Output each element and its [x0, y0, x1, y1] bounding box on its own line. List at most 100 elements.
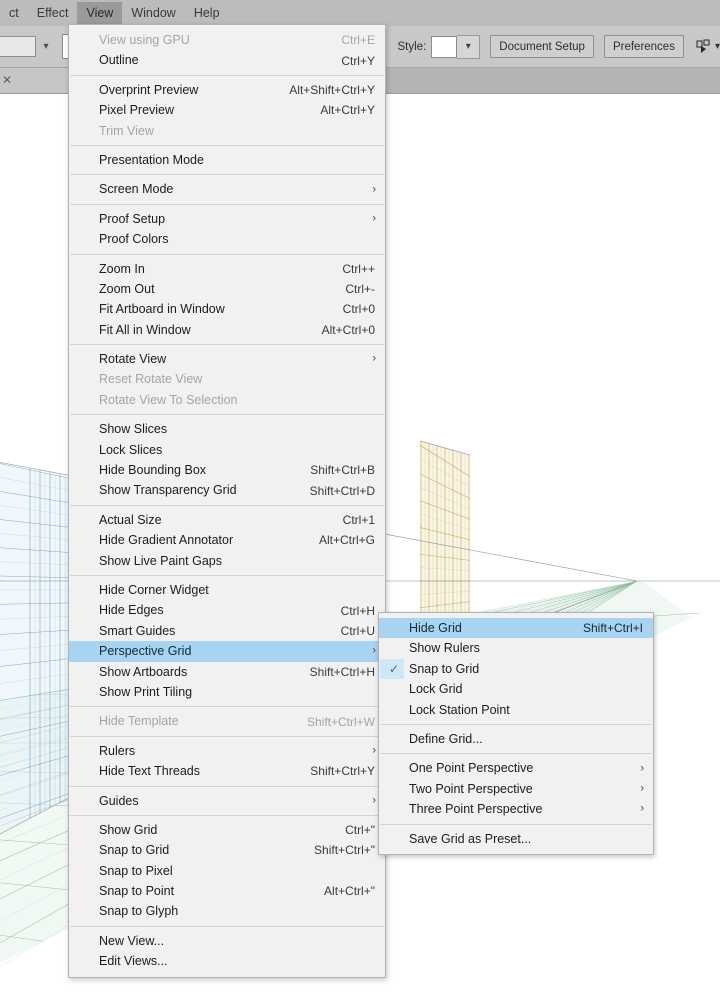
close-icon[interactable]: ✕: [2, 73, 12, 87]
menu-item-label: Trim View: [99, 123, 154, 138]
menu-item-label: Show Rulers: [409, 641, 480, 656]
menu-separator: [70, 174, 384, 176]
menubar-item-ct[interactable]: ct: [0, 2, 28, 25]
menu-separator: [70, 814, 384, 816]
menubar-item-window[interactable]: Window: [122, 2, 184, 25]
menu-separator: [380, 723, 652, 725]
preferences-button[interactable]: Preferences: [603, 35, 684, 58]
menu-item-hide-template: Hide Template Shift+Ctrl+W: [69, 711, 385, 731]
menu-item-new-view[interactable]: New View...: [69, 931, 385, 951]
menu-item-shortcut: Ctrl+-: [345, 282, 375, 297]
menu-item-trim-view: Trim View: [69, 121, 385, 141]
check-icon: ✓: [389, 661, 400, 676]
menu-item-hide-edges[interactable]: Hide Edges Ctrl+H: [69, 600, 385, 620]
menu-item-label: Guides: [99, 793, 139, 808]
perspective-grid-submenu[interactable]: Hide Grid Shift+Ctrl+I Show Rulers ✓ Snap to…: [378, 612, 654, 855]
menu-item-hide-grid[interactable]: Hide Grid Shift+Ctrl+I: [379, 618, 653, 639]
menu-separator: [70, 706, 384, 708]
menu-item-label: Reset Rotate View: [99, 372, 203, 387]
menu-item-label: Show Transparency Grid: [99, 483, 237, 498]
menu-item-hide-corner-widget[interactable]: Hide Corner Widget: [69, 580, 385, 600]
menu-item-label: Outline: [99, 53, 139, 68]
menu-item-zoom-out[interactable]: Zoom Out Ctrl+-: [69, 279, 385, 299]
menu-item-hide-text-threads[interactable]: Hide Text Threads Shift+Ctrl+Y: [69, 761, 385, 781]
menu-item-label: Snap to Glyph: [99, 904, 179, 919]
menu-item-shortcut: Ctrl+0: [342, 302, 375, 317]
menu-item-rulers[interactable]: Rulers ›: [69, 741, 385, 761]
chevron-down-icon[interactable]: ▾: [36, 36, 56, 57]
menu-item-overprint-preview[interactable]: Overprint Preview Alt+Shift+Ctrl+Y: [69, 80, 385, 100]
menubar-item-view[interactable]: View: [77, 1, 123, 25]
menu-item-proof-setup[interactable]: Proof Setup ›: [69, 209, 385, 229]
style-dropdown-caret-icon[interactable]: ▾: [457, 34, 481, 59]
menu-item-label: Zoom Out: [99, 281, 155, 296]
chevron-right-icon: ›: [640, 782, 644, 795]
menu-item-guides[interactable]: Guides ›: [69, 791, 385, 811]
stroke-preset-select[interactable]: [0, 36, 36, 57]
menu-item-snap-to-pixel[interactable]: Snap to Pixel: [69, 861, 385, 881]
menu-item-actual-size[interactable]: Actual Size Ctrl+1: [69, 510, 385, 530]
menu-item-proof-colors[interactable]: Proof Colors: [69, 229, 385, 249]
menu-item-label: Hide Text Threads: [99, 764, 200, 779]
menu-item-label: Proof Colors: [99, 232, 169, 247]
view-menu-dropdown[interactable]: View using GPU Ctrl+E Outline Ctrl+Y Overpri…: [68, 24, 386, 978]
menu-item-lock-station-point[interactable]: Lock Station Point: [379, 700, 653, 720]
menu-item-fit-artboard-in-window[interactable]: Fit Artboard in Window Ctrl+0: [69, 299, 385, 319]
menu-item-label: One Point Perspective: [409, 761, 534, 776]
menu-item-snap-to-grid[interactable]: Snap to Grid Shift+Ctrl+": [69, 840, 385, 860]
document-tab[interactable]: view) ✕: [0, 67, 75, 93]
menu-separator: [70, 504, 384, 506]
menu-item-outline[interactable]: Outline Ctrl+Y: [69, 50, 385, 70]
menu-item-show-rulers[interactable]: Show Rulers: [379, 638, 653, 658]
menu-item-edit-views[interactable]: Edit Views...: [69, 951, 385, 971]
menu-item-one-point-perspective[interactable]: One Point Perspective ›: [379, 758, 653, 778]
menu-item-three-point-perspective[interactable]: Three Point Perspective ›: [379, 799, 653, 819]
menu-item-screen-mode[interactable]: Screen Mode ›: [69, 179, 385, 199]
menu-item-show-artboards[interactable]: Show Artboards Shift+Ctrl+H: [69, 662, 385, 682]
menu-item-label: Overprint Preview: [99, 82, 199, 97]
menu-item-show-slices[interactable]: Show Slices: [69, 419, 385, 439]
menu-item-show-print-tiling[interactable]: Show Print Tiling: [69, 682, 385, 702]
menu-item-label: Rotate View: [99, 352, 167, 367]
menu-item-label: Lock Grid: [409, 682, 463, 697]
menu-item-label: Hide Bounding Box: [99, 463, 207, 478]
application-menu-bar[interactable]: ct Effect View Window Help: [0, 0, 720, 26]
menu-item-presentation-mode[interactable]: Presentation Mode: [69, 150, 385, 170]
menu-item-two-point-perspective[interactable]: Two Point Perspective ›: [379, 779, 653, 799]
chevron-right-icon: ›: [372, 212, 376, 225]
perspective-selection-icon[interactable]: ▾: [696, 39, 720, 55]
menu-item-show-live-paint-gaps[interactable]: Show Live Paint Gaps: [69, 551, 385, 571]
menu-item-shortcut: Alt+Shift+Ctrl+Y: [289, 82, 375, 97]
menu-item-save-grid-as-preset[interactable]: Save Grid as Preset...: [379, 829, 653, 849]
menu-item-show-grid[interactable]: Show Grid Ctrl+": [69, 820, 385, 840]
menu-item-label: Hide Gradient Annotator: [99, 533, 234, 548]
menu-item-snap-to-grid[interactable]: ✓ Snap to Grid: [379, 658, 653, 680]
menubar-item-help[interactable]: Help: [185, 2, 229, 25]
menu-item-label: View using GPU: [99, 33, 190, 47]
menu-item-show-transparency-grid[interactable]: Show Transparency Grid Shift+Ctrl+D: [69, 480, 385, 500]
menu-item-rotate-view-to-selection: Rotate View To Selection: [69, 390, 385, 410]
menu-item-shortcut: Alt+Ctrl+G: [318, 533, 375, 548]
menu-item-label: Lock Slices: [99, 442, 163, 457]
menu-item-define-grid[interactable]: Define Grid...: [379, 729, 653, 749]
menu-item-snap-to-point[interactable]: Snap to Point Alt+Ctrl+": [69, 881, 385, 901]
menu-item-perspective-grid[interactable]: Perspective Grid ›: [69, 641, 385, 662]
menu-item-label: Two Point Perspective: [409, 781, 533, 796]
chevron-right-icon: ›: [372, 644, 376, 657]
menu-item-zoom-in[interactable]: Zoom In Ctrl++: [69, 259, 385, 279]
menu-item-rotate-view[interactable]: Rotate View ›: [69, 349, 385, 369]
menu-item-snap-to-glyph[interactable]: Snap to Glyph: [69, 901, 385, 921]
menu-item-shortcut: Shift+Ctrl+I: [582, 621, 643, 636]
menu-item-hide-bounding-box[interactable]: Hide Bounding Box Shift+Ctrl+B: [69, 460, 385, 480]
menu-item-fit-all-in-window[interactable]: Fit All in Window Alt+Ctrl+0: [69, 320, 385, 340]
style-swatch[interactable]: [431, 35, 458, 58]
menu-item-pixel-preview[interactable]: Pixel Preview Alt+Ctrl+Y: [69, 100, 385, 120]
document-setup-button[interactable]: Document Setup: [490, 35, 594, 58]
menu-item-lock-slices[interactable]: Lock Slices: [69, 440, 385, 460]
menu-item-label: Show Live Paint Gaps: [99, 553, 222, 568]
menubar-item-effect[interactable]: Effect: [28, 2, 78, 25]
menu-item-smart-guides[interactable]: Smart Guides Ctrl+U: [69, 621, 385, 641]
menu-separator: [70, 735, 384, 737]
menu-item-lock-grid[interactable]: Lock Grid: [379, 679, 653, 699]
menu-item-hide-gradient-annotator[interactable]: Hide Gradient Annotator Alt+Ctrl+G: [69, 530, 385, 550]
